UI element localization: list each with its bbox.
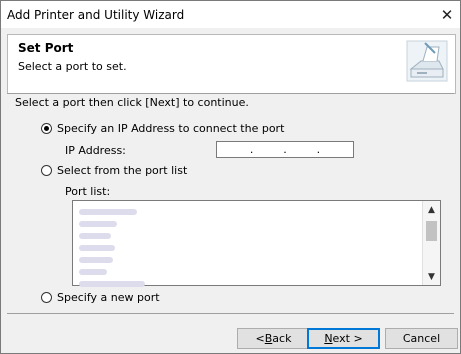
next-button[interactable]: Next > <box>307 328 380 349</box>
radio-new-port-label: Specify a new port <box>57 291 160 304</box>
window-title: Add Printer and Utility Wizard <box>7 7 185 22</box>
back-button[interactable]: < Back <box>237 328 310 349</box>
scroll-thumb[interactable] <box>426 221 437 241</box>
radio-button[interactable] <box>41 292 52 303</box>
scroll-up-icon[interactable]: ▲ <box>423 201 440 218</box>
list-item[interactable] <box>79 217 145 228</box>
list-item[interactable] <box>79 205 145 216</box>
wizard-window: Add Printer and Utility Wizard ✕ Set Por… <box>0 0 461 354</box>
ip-dot: . <box>316 143 321 156</box>
cancel-button[interactable]: Cancel <box>385 328 458 349</box>
radio-button[interactable] <box>41 123 52 134</box>
ip-address-field[interactable]: . . . <box>216 141 354 158</box>
printer-wizard-icon <box>406 40 448 82</box>
header-separator <box>7 93 454 94</box>
list-item[interactable] <box>79 241 145 252</box>
radio-selected-dot <box>44 126 49 131</box>
ip-dot: . <box>249 143 254 156</box>
port-listbox[interactable]: ▲ ▼ <box>72 200 441 289</box>
list-item[interactable] <box>79 229 145 240</box>
radio-ip-label: Specify an IP Address to connect the por… <box>57 122 285 135</box>
list-item[interactable] <box>79 277 145 288</box>
port-list-items <box>79 205 145 289</box>
radio-button[interactable] <box>41 165 52 176</box>
radio-new-port[interactable]: Specify a new port <box>41 291 160 304</box>
title-bar: Add Printer and Utility Wizard ✕ <box>1 1 460 28</box>
radio-port-list-label: Select from the port list <box>57 164 188 177</box>
wizard-header: Set Port Select a port to set. <box>7 34 456 94</box>
instruction-text: Select a port then click [Next] to conti… <box>15 96 249 109</box>
ip-dot: . <box>283 143 287 156</box>
port-list-label: Port list: <box>65 185 111 198</box>
listbox-scrollbar[interactable]: ▲ ▼ <box>422 201 440 285</box>
scroll-down-icon[interactable]: ▼ <box>423 268 440 285</box>
back-mnemonic: B <box>264 332 273 345</box>
radio-ip-address[interactable]: Specify an IP Address to connect the por… <box>41 122 284 135</box>
page-title: Set Port <box>18 41 74 55</box>
close-icon[interactable]: ✕ <box>434 3 460 27</box>
footer-separator <box>7 313 454 314</box>
list-item[interactable] <box>79 253 145 264</box>
page-subtitle: Select a port to set. <box>18 60 127 73</box>
list-item[interactable] <box>79 265 145 276</box>
ip-address-label: IP Address: <box>65 144 126 157</box>
back-pre: < <box>255 332 265 345</box>
back-post: ack <box>272 332 292 345</box>
next-mnemonic: N <box>324 332 333 345</box>
next-post: ext > <box>332 332 363 345</box>
radio-port-list[interactable]: Select from the port list <box>41 164 187 177</box>
